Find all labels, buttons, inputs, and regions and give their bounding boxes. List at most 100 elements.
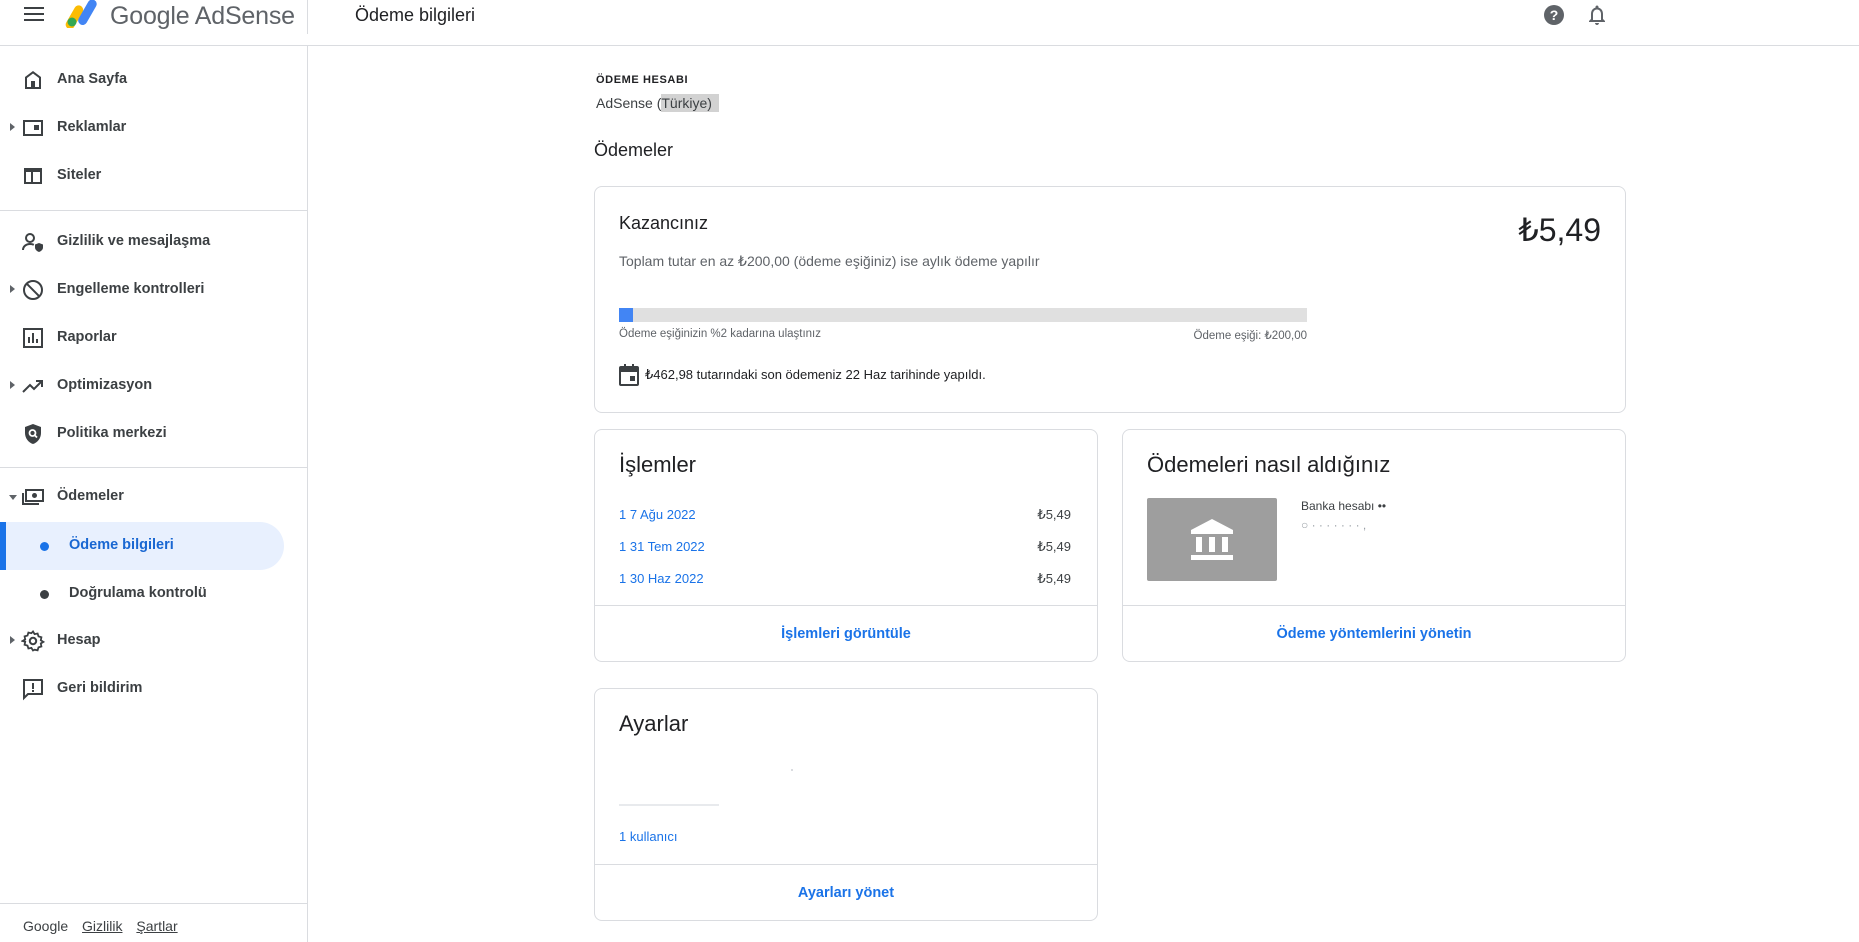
- payment-account-label: ÖDEME HESABI: [596, 74, 689, 86]
- transaction-row: 1 7 Ağu 2022 ₺5,49: [619, 507, 1071, 522]
- settings-footer: Ayarları yönet: [595, 864, 1097, 920]
- account-name-prefix: AdSense (: [596, 95, 662, 111]
- manage-settings-button[interactable]: Ayarları yönet: [798, 885, 894, 901]
- settings-title: Ayarlar: [619, 711, 689, 736]
- footer-terms-link[interactable]: Şartlar: [136, 918, 177, 934]
- sidebar-footer: Google Gizlilik Şartlar: [23, 918, 178, 934]
- sidebar-subitem-label: Doğrulama kontrolü: [69, 585, 207, 601]
- sidebar-item-label: Gizlilik ve mesajlaşma: [57, 233, 211, 249]
- expand-caret-icon: [10, 285, 15, 293]
- expand-caret-icon: [10, 381, 15, 389]
- adsense-logo-icon: [65, 0, 97, 28]
- sidebar-divider: [0, 467, 308, 468]
- sidebar-item-feedback[interactable]: Geri bildirim: [0, 667, 308, 711]
- gear-icon: [21, 630, 45, 652]
- footer-google: Google: [23, 918, 69, 934]
- account-name-highlight: Türkiye): [661, 94, 719, 112]
- transaction-row: 1 31 Tem 2022 ₺5,49: [619, 539, 1071, 554]
- payment-account-name: AdSense (Türkiye): [596, 94, 719, 112]
- settings-users-link[interactable]: 1 kullanıcı: [619, 829, 678, 844]
- block-icon: [23, 280, 43, 300]
- transactions-title: İşlemler: [619, 452, 697, 477]
- bank-account-card: [1147, 498, 1277, 581]
- top-app-bar: Google AdSense Ödeme bilgileri ?: [0, 0, 1859, 46]
- transaction-amount: ₺5,49: [1037, 507, 1071, 522]
- sidebar-item-blocking-controls[interactable]: Engelleme kontrolleri: [0, 268, 308, 312]
- bullet-dot: [40, 542, 49, 551]
- sidebar-item-policy-center[interactable]: Politika merkezi: [0, 412, 308, 456]
- calendar-icon: [619, 364, 639, 386]
- earnings-title: Kazancınız: [619, 213, 709, 233]
- transaction-date-link[interactable]: 1 7 Ağu 2022: [619, 507, 696, 522]
- sidebar-item-label: Hesap: [57, 632, 101, 648]
- transaction-amount: ₺5,49: [1037, 571, 1071, 586]
- sidebar-item-privacy-messaging[interactable]: Gizlilik ve mesajlaşma: [0, 220, 308, 264]
- bank-account-number: ○ · · · · · · · ,: [1301, 518, 1367, 532]
- earnings-card: Kazancınız ₺5,49 Toplam tutar en az ₺200…: [594, 186, 1626, 413]
- sidebar-item-sites[interactable]: Siteler: [0, 154, 308, 198]
- sidebar-item-label: Siteler: [57, 167, 102, 183]
- sites-icon: [24, 168, 42, 184]
- sidebar-item-label: Ödemeler: [57, 488, 124, 504]
- svg-text:?: ?: [1550, 7, 1559, 23]
- payment-methods-title: Ödemeleri nasıl aldığınız: [1147, 452, 1391, 477]
- footer-privacy-link[interactable]: Gizlilik: [82, 918, 122, 934]
- sidebar-item-ads[interactable]: Reklamlar: [0, 106, 308, 150]
- expand-caret-icon: [10, 636, 15, 644]
- transaction-date-link[interactable]: 1 31 Tem 2022: [619, 539, 705, 554]
- trending-up-icon: [22, 380, 43, 393]
- sidebar-item-reports[interactable]: Raporlar: [0, 316, 308, 360]
- sidebar: Ana Sayfa Reklamlar Siteler Gizlilik ve …: [0, 46, 308, 942]
- sidebar-item-label: Geri bildirim: [57, 680, 143, 696]
- threshold-progress-bar: [619, 308, 1307, 322]
- payments-icon: [22, 489, 44, 505]
- threshold-progress-fill: [619, 308, 633, 322]
- policy-shield-icon: [25, 424, 41, 444]
- transactions-card: İşlemler 1 7 Ağu 2022 ₺5,49 1 31 Tem 202…: [594, 429, 1098, 662]
- sidebar-item-payments[interactable]: Ödemeler: [0, 475, 308, 519]
- expand-caret-icon: [10, 123, 15, 131]
- bank-account-label: Banka hesabı ••: [1301, 499, 1387, 513]
- sidebar-item-label: Optimizasyon: [57, 377, 153, 393]
- sidebar-item-label: Engelleme kontrolleri: [57, 281, 205, 297]
- sidebar-subitem-verification[interactable]: Doğrulama kontrolü: [0, 570, 284, 618]
- view-transactions-button[interactable]: İşlemleri görüntüle: [781, 626, 911, 642]
- sidebar-item-label: Ana Sayfa: [57, 71, 128, 87]
- redacted-text: [791, 769, 793, 771]
- sidebar-item-optimization[interactable]: Optimizasyon: [0, 364, 308, 408]
- transaction-amount: ₺5,49: [1037, 539, 1071, 554]
- redacted-text: [619, 804, 719, 806]
- earnings-amount: ₺5,49: [1518, 212, 1601, 248]
- sidebar-item-label: Raporlar: [57, 329, 117, 345]
- last-payment-text: ₺462,98 tutarındaki son ödemeniz 22 Haz …: [645, 367, 986, 382]
- sidebar-item-label: Politika merkezi: [57, 425, 167, 441]
- notifications-icon[interactable]: [1585, 3, 1609, 27]
- transaction-row: 1 30 Haz 2022 ₺5,49: [619, 571, 1071, 586]
- ads-icon: [23, 120, 43, 136]
- feedback-icon: [23, 679, 43, 701]
- sidebar-item-home[interactable]: Ana Sayfa: [0, 58, 308, 102]
- reports-icon: [23, 328, 43, 348]
- header-divider: [307, 0, 308, 34]
- help-icon[interactable]: ?: [1542, 3, 1566, 27]
- menu-icon[interactable]: [22, 3, 46, 27]
- bullet-dot: [40, 590, 49, 599]
- sidebar-item-label: Reklamlar: [57, 119, 127, 135]
- sidebar-divider: [0, 210, 308, 211]
- earnings-description: Toplam tutar en az ₺200,00 (ödeme eşiğin…: [619, 253, 1040, 269]
- sidebar-item-account[interactable]: Hesap: [0, 619, 308, 663]
- settings-card: Ayarlar 1 kullanıcı Ayarları yönet: [594, 688, 1098, 921]
- threshold-caption: Ödeme eşiği: ₺200,00: [1193, 330, 1307, 342]
- last-payment: ₺462,98 tutarındaki son ödemeniz 22 Haz …: [619, 364, 986, 386]
- sidebar-subitem-payment-info[interactable]: Ödeme bilgileri: [0, 522, 284, 570]
- transaction-date-link[interactable]: 1 30 Haz 2022: [619, 571, 704, 586]
- bank-icon: [1191, 518, 1233, 560]
- manage-payment-methods-button[interactable]: Ödeme yöntemlerini yönetin: [1277, 626, 1472, 642]
- sidebar-footer-divider: [0, 903, 308, 904]
- page-title: Ödeme bilgileri: [355, 5, 476, 25]
- payments-section-title: Ödemeler: [594, 140, 674, 160]
- payment-methods-card: Ödemeleri nasıl aldığınız Banka hesabı •…: [1122, 429, 1626, 662]
- sidebar-subitem-label: Ödeme bilgileri: [69, 537, 174, 553]
- transactions-footer: İşlemleri görüntüle: [595, 605, 1097, 661]
- payment-methods-footer: Ödeme yöntemlerini yönetin: [1123, 605, 1625, 661]
